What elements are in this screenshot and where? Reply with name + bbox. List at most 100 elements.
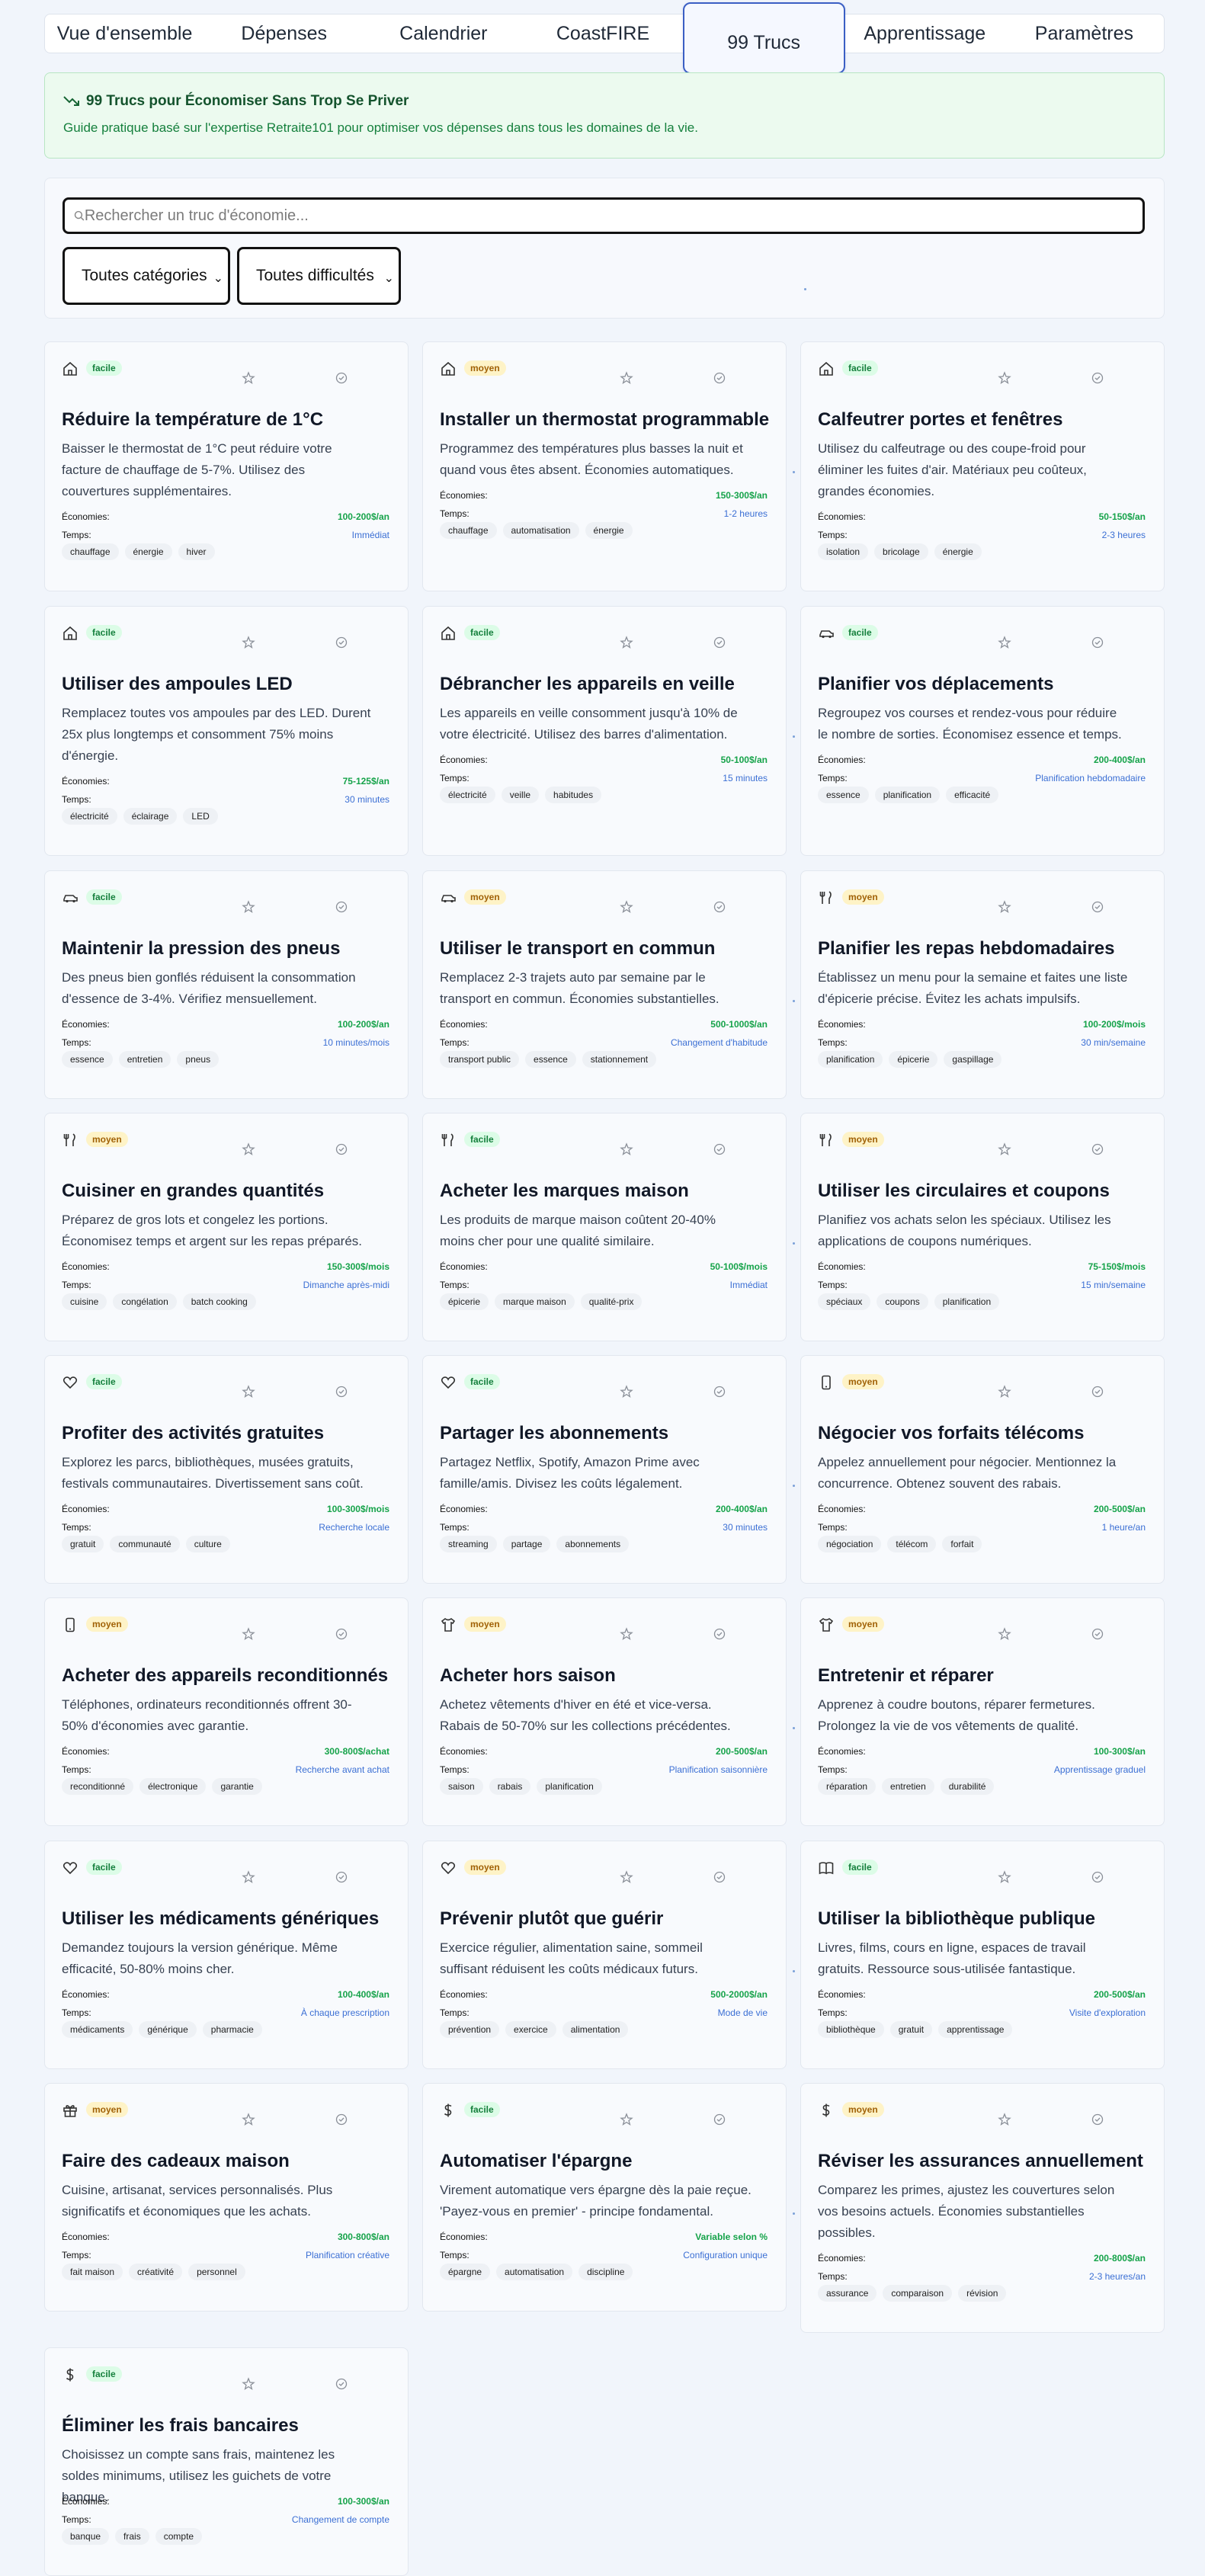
time-label: Temps: — [62, 2514, 91, 2525]
star-icon[interactable] — [998, 1627, 1011, 1641]
tab-6[interactable]: Paramètres — [1005, 14, 1164, 53]
tip-card[interactable]: moyen Négocier vos forfaits télécoms Appel… — [800, 1355, 1165, 1584]
difficulty-select[interactable]: Toutes difficultés ⌄ — [237, 247, 401, 305]
star-icon[interactable] — [242, 371, 255, 385]
check-circle-icon[interactable] — [713, 1870, 726, 1884]
check-circle-icon[interactable] — [713, 900, 726, 914]
tip-card[interactable]: moyen Réviser les assurances annuellement… — [800, 2083, 1165, 2333]
star-icon[interactable] — [998, 371, 1011, 385]
tip-card[interactable]: moyen Prévenir plutôt que guérir Exercice … — [422, 1841, 787, 2069]
tip-card[interactable]: facile Utiliser les médicaments générique… — [44, 1841, 409, 2069]
tip-description: Achetez vêtements d'hiver en été et vice… — [440, 1697, 731, 1733]
check-circle-icon[interactable] — [335, 1870, 348, 1884]
time-row: Temps: 1-2 heures — [440, 508, 768, 519]
category-select[interactable]: Toutes catégories ⌄ — [62, 247, 230, 305]
check-circle-icon[interactable] — [335, 1385, 348, 1399]
check-circle-icon[interactable] — [335, 1627, 348, 1641]
check-circle-icon[interactable] — [1091, 2113, 1104, 2126]
tip-card[interactable]: facile Automatiser l'épargne Virement auto… — [422, 2083, 787, 2312]
check-circle-icon[interactable] — [713, 1142, 726, 1156]
tip-card[interactable]: facile Profiter des activités gratuites Ex… — [44, 1355, 409, 1584]
tag: révision — [958, 2285, 1007, 2302]
tip-card[interactable]: moyen Acheter hors saison Achetez vêtement… — [422, 1597, 787, 1826]
tip-card[interactable]: moyen Acheter des appareils reconditionné… — [44, 1597, 409, 1826]
star-icon[interactable] — [242, 1142, 255, 1156]
star-icon[interactable] — [242, 1627, 255, 1641]
check-circle-icon[interactable] — [1091, 1142, 1104, 1156]
check-circle-icon[interactable] — [1091, 1627, 1104, 1641]
tab-2[interactable]: Calendrier — [364, 14, 523, 53]
tip-title: Débrancher les appareils en veille — [440, 674, 735, 694]
star-icon[interactable] — [242, 636, 255, 649]
check-circle-icon[interactable] — [1091, 1870, 1104, 1884]
tab-0[interactable]: Vue d'ensemble — [45, 14, 204, 53]
tip-description: Partagez Netflix, Spotify, Amazon Prime … — [440, 1455, 700, 1491]
tip-card[interactable]: moyen Utiliser le transport en commun Remp… — [422, 870, 787, 1099]
savings-label: Économies: — [440, 1746, 488, 1757]
check-circle-icon[interactable] — [335, 2113, 348, 2126]
star-icon[interactable] — [620, 900, 633, 914]
check-circle-icon[interactable] — [1091, 1385, 1104, 1399]
tag: automatisation — [496, 2264, 573, 2280]
check-circle-icon[interactable] — [1091, 371, 1104, 385]
search-input[interactable] — [84, 207, 1143, 225]
check-circle-icon[interactable] — [713, 371, 726, 385]
star-icon[interactable] — [620, 2113, 633, 2126]
star-icon[interactable] — [242, 1870, 255, 1884]
tip-card[interactable]: moyen Planifier les repas hebdomadaires Ét… — [800, 870, 1165, 1099]
star-icon[interactable] — [620, 1142, 633, 1156]
tip-card[interactable]: moyen Utiliser les circulaires et coupons… — [800, 1113, 1165, 1341]
tip-card[interactable]: facile Acheter les marques maison Les prod… — [422, 1113, 787, 1341]
tip-card[interactable]: facile Partager les abonnements Partagez N… — [422, 1355, 787, 1584]
tip-card[interactable]: facile Calfeutrer portes et fenêtres Utili… — [800, 341, 1165, 591]
tip-description: Des pneus bien gonflés réduisent la cons… — [62, 970, 356, 1006]
check-circle-icon[interactable] — [713, 636, 726, 649]
star-icon[interactable] — [998, 636, 1011, 649]
check-circle-icon[interactable] — [713, 1385, 726, 1399]
check-circle-icon[interactable] — [713, 1627, 726, 1641]
tip-card[interactable]: moyen Installer un thermostat programmabl… — [422, 341, 787, 591]
star-icon[interactable] — [620, 1870, 633, 1884]
star-icon[interactable] — [620, 1627, 633, 1641]
tip-card[interactable]: moyen Faire des cadeaux maison Cuisine, ar… — [44, 2083, 409, 2312]
tag: essence — [525, 1051, 576, 1068]
difficulty-select-value: Toutes difficultés — [256, 267, 374, 284]
star-icon[interactable] — [242, 900, 255, 914]
tag: essence — [818, 787, 869, 803]
star-icon[interactable] — [998, 1142, 1011, 1156]
check-circle-icon[interactable] — [335, 1142, 348, 1156]
check-circle-icon[interactable] — [1091, 900, 1104, 914]
tab-4[interactable]: 99 Trucs — [682, 2, 845, 74]
check-circle-icon[interactable] — [713, 2113, 726, 2126]
tip-card[interactable]: facile Débrancher les appareils en veille… — [422, 606, 787, 856]
tip-card[interactable]: facile Utiliser la bibliothèque publique L… — [800, 1841, 1165, 2069]
check-circle-icon[interactable] — [335, 636, 348, 649]
check-circle-icon[interactable] — [335, 2377, 348, 2391]
tip-card[interactable]: facile Planifier vos déplacements Regroupe… — [800, 606, 1165, 856]
time-row: Temps: Planification créative — [62, 2250, 389, 2260]
star-icon[interactable] — [242, 2113, 255, 2126]
star-icon[interactable] — [998, 1870, 1011, 1884]
tab-3[interactable]: CoastFIRE — [523, 14, 682, 53]
tip-card[interactable]: moyen Cuisiner en grandes quantités Prépar… — [44, 1113, 409, 1341]
star-icon[interactable] — [620, 636, 633, 649]
star-icon[interactable] — [242, 2377, 255, 2391]
tab-1[interactable]: Dépenses — [204, 14, 364, 53]
utensils-icon — [63, 1133, 75, 1146]
star-icon[interactable] — [242, 1385, 255, 1399]
tab-5[interactable]: Apprentissage — [845, 14, 1005, 53]
star-icon[interactable] — [998, 2113, 1011, 2126]
check-circle-icon[interactable] — [1091, 636, 1104, 649]
star-icon[interactable] — [998, 900, 1011, 914]
tip-card[interactable]: moyen Entretenir et réparer Apprenez à cou… — [800, 1597, 1165, 1826]
star-icon[interactable] — [620, 371, 633, 385]
check-circle-icon[interactable] — [335, 900, 348, 914]
savings-row: Économies: 100-300$/an — [818, 1746, 1146, 1757]
tip-card[interactable]: facile Éliminer les frais bancaires Choisi… — [44, 2347, 409, 2576]
check-circle-icon[interactable] — [335, 371, 348, 385]
tip-card[interactable]: facile Maintenir la pression des pneus Des… — [44, 870, 409, 1099]
tip-card[interactable]: facile Réduire la température de 1°C Baiss… — [44, 341, 409, 591]
star-icon[interactable] — [620, 1385, 633, 1399]
tip-card[interactable]: facile Utiliser des ampoules LED Remplacez… — [44, 606, 409, 856]
star-icon[interactable] — [998, 1385, 1011, 1399]
